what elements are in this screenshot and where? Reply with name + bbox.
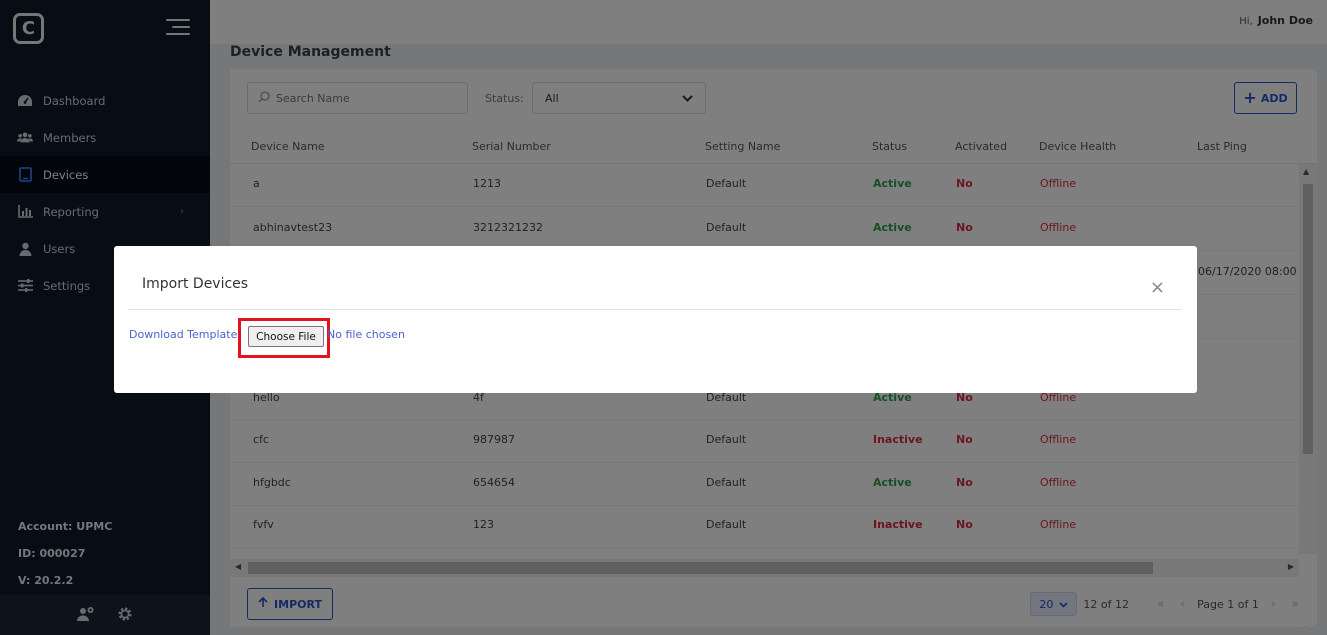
close-icon[interactable]: ×: [1150, 277, 1165, 298]
modal-title: Import Devices: [142, 276, 249, 292]
import-devices-modal: Import Devices × Download Template Choos…: [114, 246, 1197, 393]
modal-divider: [128, 309, 1182, 310]
choose-file-button[interactable]: Choose File: [248, 326, 324, 347]
download-template-link[interactable]: Download Template: [129, 328, 237, 341]
no-file-chosen-text: No file chosen: [327, 328, 405, 341]
